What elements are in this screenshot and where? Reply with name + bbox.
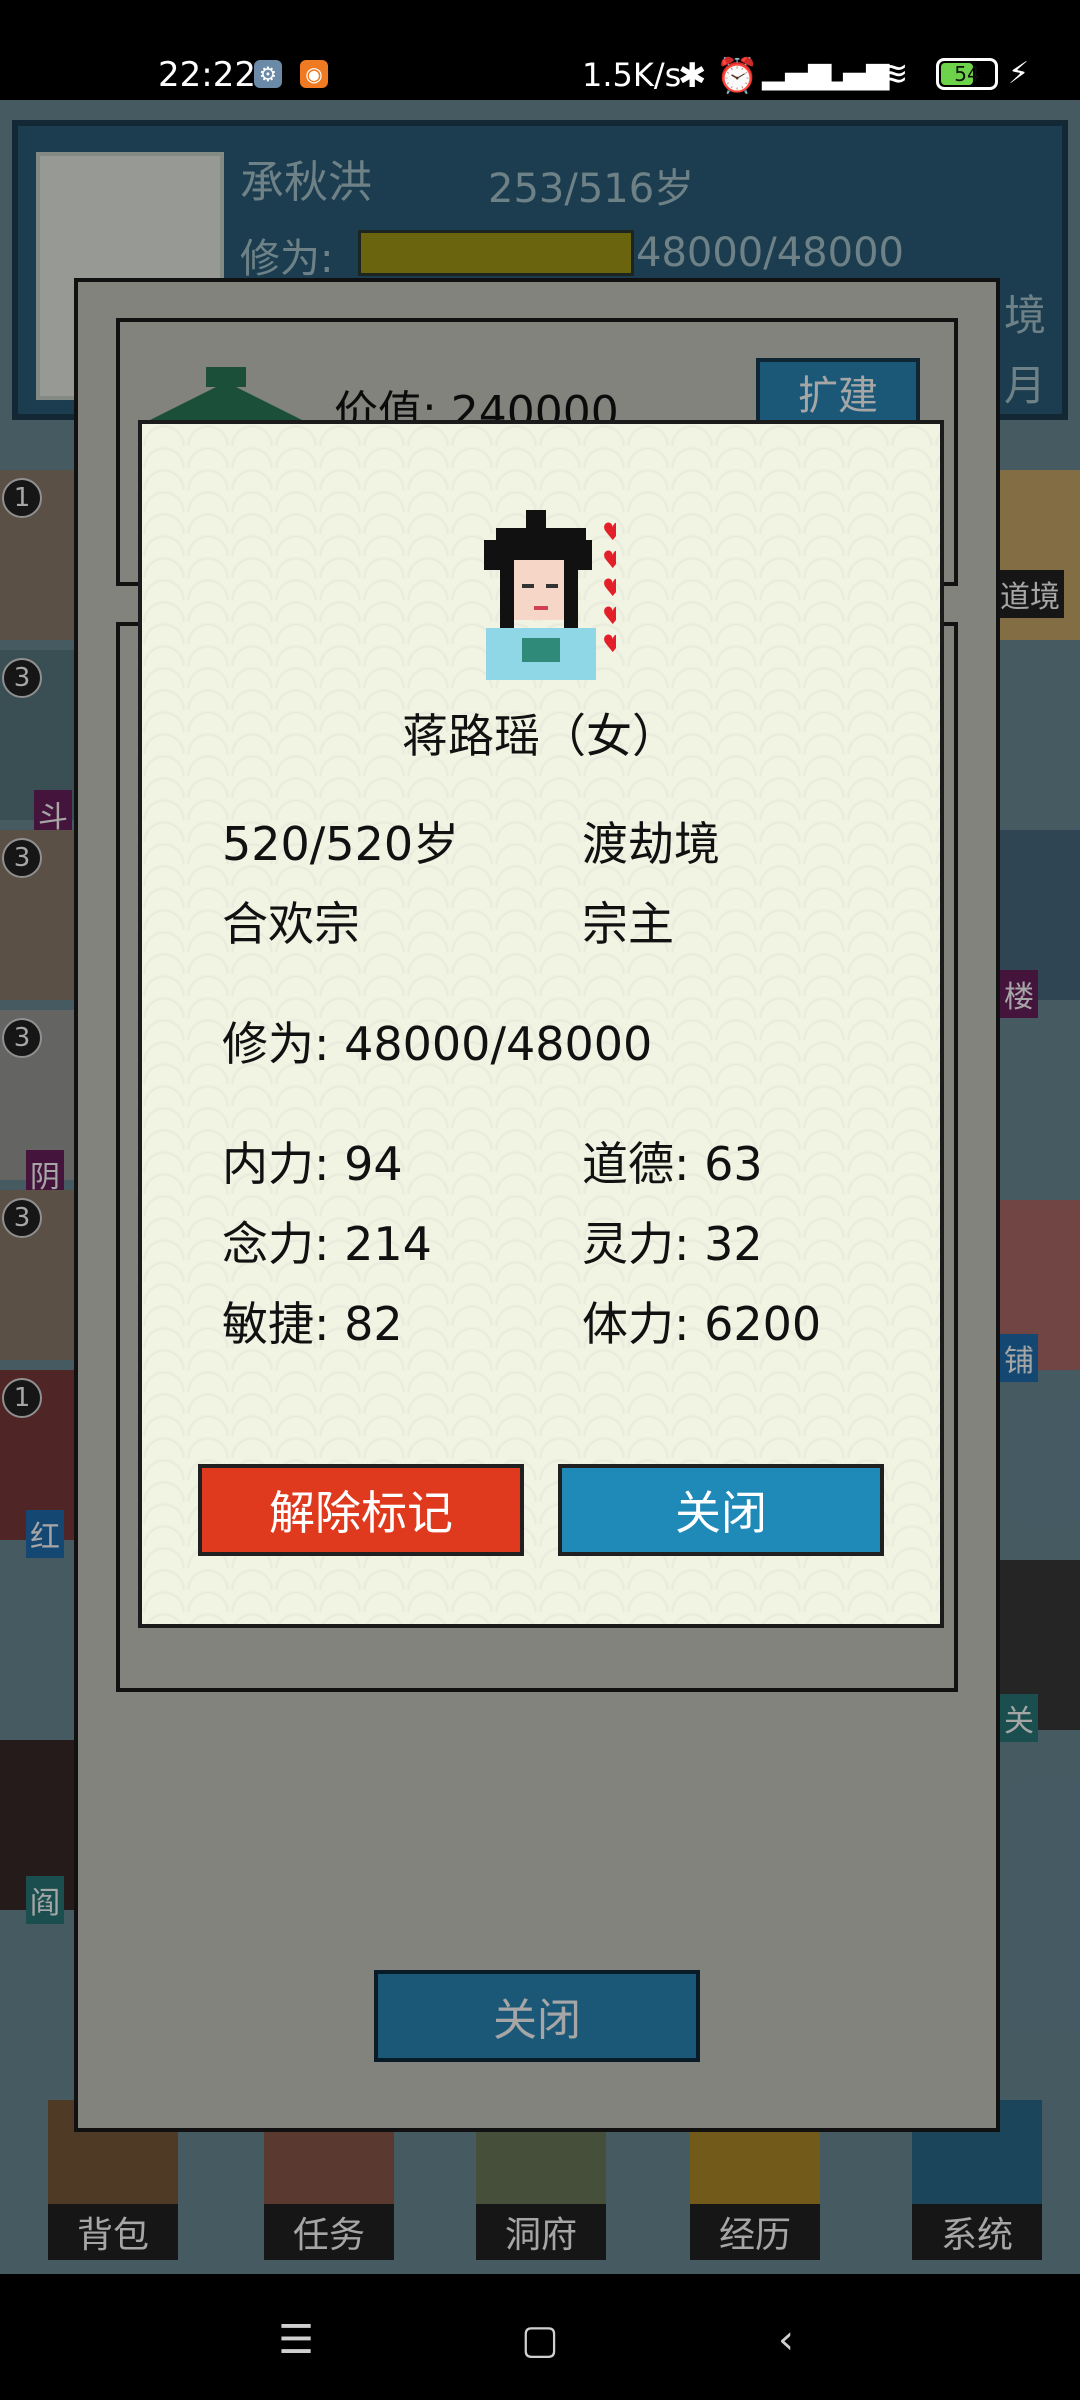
character-position: 宗主 — [582, 897, 674, 951]
stat-spirit-power: 灵力: 32 — [582, 1217, 763, 1271]
status-time: 22:22 — [158, 55, 256, 95]
back-icon[interactable]: ‹ — [756, 2310, 816, 2370]
menu-icon[interactable]: ☰ — [266, 2310, 326, 2370]
signal-icon-2: ▂▄▆ — [820, 56, 890, 91]
status-bar: 22:22 ⚙ ◉ 1.5K/s ✱ ⏰ ▂▄▆ ▂▄▆ ≋ 54 ⚡ — [0, 0, 1080, 100]
svg-text:♥: ♥ — [602, 546, 616, 574]
network-speed: 1.5K/s — [582, 56, 682, 94]
app-notification-icon: ◉ — [300, 60, 328, 88]
battery-level: 54 — [954, 62, 980, 86]
character-name: 蒋路瑶（女） — [402, 709, 678, 763]
settings-app-icon: ⚙ — [254, 60, 282, 88]
stat-morality: 道德: 63 — [582, 1137, 763, 1191]
character-realm: 渡劫境 — [582, 817, 720, 871]
svg-text:♥: ♥ — [602, 630, 616, 658]
charging-icon: ⚡ — [1008, 56, 1030, 91]
svg-text:♥: ♥ — [602, 518, 616, 546]
alarm-icon: ⏰ — [716, 56, 759, 96]
stat-agility: 敏捷: 82 — [222, 1297, 403, 1351]
svg-text:♥: ♥ — [602, 574, 616, 602]
close-button[interactable]: 关闭 — [558, 1464, 884, 1556]
character-age: 520/520岁 — [222, 817, 460, 871]
stat-stamina: 体力: 6200 — [582, 1297, 822, 1351]
stat-mind-power: 念力: 214 — [222, 1217, 432, 1271]
character-avatar: ♥ ♥ ♥ ♥ ♥ — [484, 510, 616, 680]
bluetooth-icon: ✱ — [678, 56, 707, 96]
unmark-button[interactable]: 解除标记 — [198, 1464, 524, 1556]
home-icon[interactable]: ▢ — [510, 2310, 570, 2370]
stat-inner-power: 内力: 94 — [222, 1137, 403, 1191]
character-cultivation: 修为: 48000/48000 — [222, 1017, 653, 1071]
svg-text:♥: ♥ — [602, 602, 616, 630]
battery-icon: 54 — [936, 58, 998, 90]
character-sect: 合欢宗 — [222, 897, 360, 951]
wifi-icon: ≋ — [880, 54, 909, 94]
